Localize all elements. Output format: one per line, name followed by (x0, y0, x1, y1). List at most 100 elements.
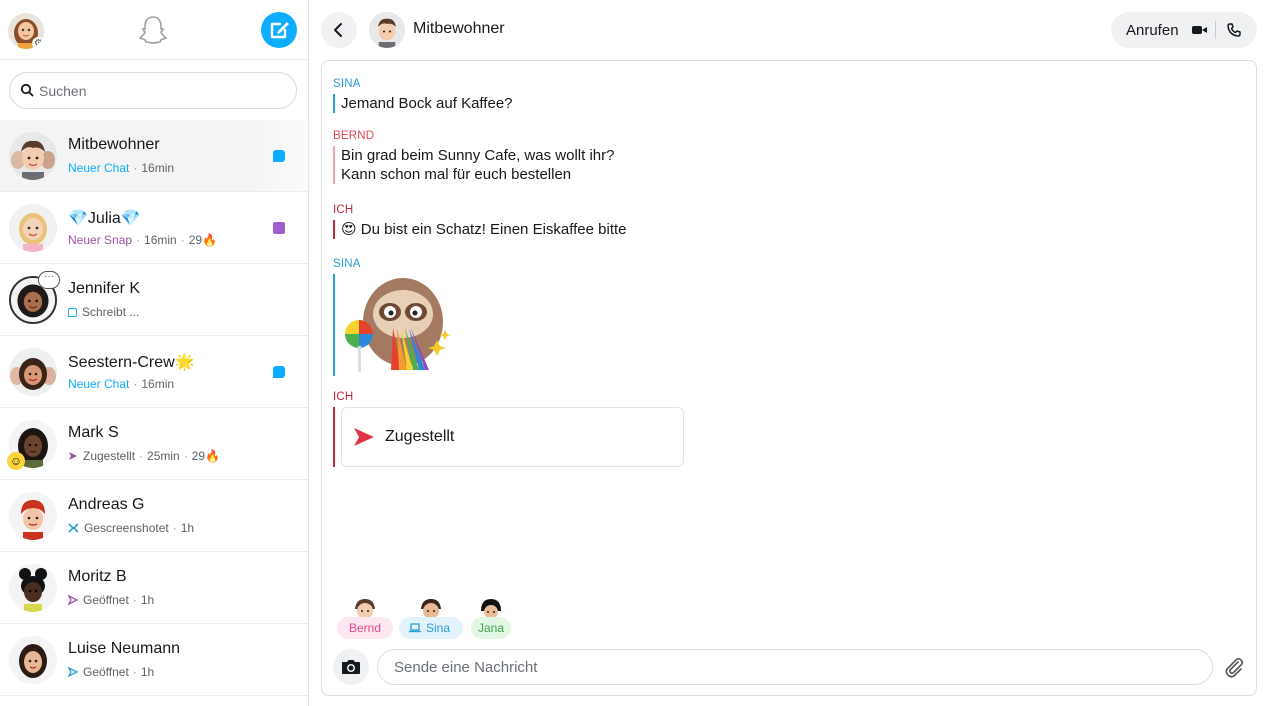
my-profile-avatar[interactable]: ⚙ (8, 13, 44, 49)
video-camera-icon[interactable] (1190, 22, 1210, 38)
chat-sidebar: ⚙ Suchen Mitbewohner Neuer Chat · 16min … (0, 0, 309, 706)
sender-label: ICH (333, 204, 354, 216)
status-text: Zugestellt (83, 449, 136, 463)
chat-status: Neuer Chat · 16min (68, 377, 175, 391)
typing-bubble-icon: ··· (38, 271, 60, 289)
avatar (9, 564, 57, 612)
new-chat-icon (270, 22, 289, 39)
message-line: Kann schon mal für euch bestellen (341, 166, 572, 183)
chat-item-julia[interactable]: 💎Julia💎 Neuer Snap · 16min · 29🔥 (0, 192, 308, 264)
bitmoji-icon (352, 597, 378, 617)
avatar (9, 204, 57, 252)
camera-button[interactable] (333, 649, 369, 685)
unread-chat-indicator-icon (273, 366, 285, 378)
chat-item-moritz-b[interactable]: Moritz B Geöffnet · 1h (0, 552, 308, 624)
camera-icon (342, 660, 360, 674)
unread-chat-indicator-icon (273, 150, 285, 162)
back-button[interactable] (321, 12, 357, 48)
chat-name: Moritz B (68, 568, 127, 585)
bitmoji-icon (9, 636, 57, 684)
chat-item-andreas-g[interactable]: Andreas G Gescreenshotet · 1h (0, 480, 308, 552)
sender-label: ICH (333, 391, 354, 403)
status-text: Neuer Snap (68, 233, 133, 247)
call-button[interactable]: Anrufen (1126, 22, 1179, 39)
bitmoji-icon (369, 12, 405, 48)
chat-status: Neuer Chat · 16min (68, 161, 175, 175)
chat-item-jennifer-k[interactable]: ··· Jennifer K Schreibt ... (0, 264, 308, 336)
status-time: 1h (140, 593, 155, 607)
status-time: 25min (147, 449, 180, 463)
snapchat-ghost-icon[interactable] (137, 14, 169, 46)
opened-chat-arrow-icon (67, 666, 79, 678)
bitmoji-icon (9, 348, 57, 396)
snap-card[interactable]: Zugestellt (341, 407, 684, 467)
search-icon (20, 83, 34, 97)
status-text: Gescreenshotet (84, 521, 169, 535)
new-chat-button[interactable] (261, 12, 297, 48)
status-time: 16min (141, 377, 175, 391)
chat-name: Mitbewohner (68, 136, 160, 153)
bitmoji-icon (9, 132, 57, 180)
message-text[interactable]: 😍 Du bist ein Schatz! Einen Eiskaffee bi… (333, 220, 627, 239)
sloth-rainbow-sticker-icon (341, 274, 461, 374)
search-input[interactable] (39, 81, 289, 101)
message-group: ICH Zugestellt (333, 391, 684, 467)
sender-label: SINA (333, 258, 361, 270)
status-text: Schreibt ... (82, 305, 140, 319)
chat-item-luise-neumann[interactable]: Luise Neumann Geöffnet · 1h (0, 624, 308, 696)
chat-name: Seestern-Crew🌟 (68, 354, 195, 371)
message-text[interactable]: Jemand Bock auf Kaffee? (333, 94, 513, 113)
conversation-title[interactable]: Mitbewohner (413, 20, 505, 38)
phone-icon[interactable] (1225, 21, 1243, 39)
status-text: Geöffnet (83, 665, 129, 679)
laptop-icon (409, 623, 421, 633)
presence-chip: Bernd (337, 617, 393, 639)
message-composer (333, 649, 1247, 685)
divider (1215, 21, 1216, 39)
chat-status: Zugestellt · 25min · 29🔥 (68, 449, 220, 463)
status-text: Neuer Chat (68, 377, 130, 391)
chat-item-mitbewohner[interactable]: Mitbewohner Neuer Chat · 16min (0, 120, 308, 192)
status-text: Neuer Chat (68, 161, 130, 175)
bitmoji-icon (478, 597, 504, 617)
message-group: ICH 😍 Du bist ein Schatz! Einen Eiskaffe… (333, 204, 627, 239)
message-group: SINA Jemand Bock auf Kaffee? (333, 78, 513, 113)
message-line: 😍 Du bist ein Schatz! Einen Eiskaffee bi… (341, 221, 627, 238)
message-line: Bin grad beim Sunny Cafe, was wollt ihr? (341, 147, 615, 164)
unread-snap-indicator-icon (273, 222, 285, 234)
chat-name: Mark S (68, 424, 119, 441)
chat-item-mark-s[interactable]: ☺ Mark S Zugestellt · 25min · 29🔥 (0, 408, 308, 480)
snap-status: Zugestellt (385, 428, 455, 445)
status-time: 1h (140, 665, 155, 679)
sent-snap-arrow-icon (354, 428, 374, 446)
opened-snap-arrow-icon (67, 594, 79, 606)
avatar (9, 492, 57, 540)
status-text: Geöffnet (83, 593, 129, 607)
bitmoji-icon (418, 597, 444, 617)
bitmoji-icon (9, 204, 57, 252)
streak-count: 29🔥 (188, 233, 218, 247)
chat-status: Schreibt ... (68, 305, 139, 319)
chat-status: Geöffnet · 1h (67, 665, 155, 679)
group-avatar (9, 132, 57, 180)
sidebar-header: ⚙ (0, 0, 308, 60)
message-input[interactable] (377, 649, 1213, 685)
conversation-avatar[interactable] (369, 12, 405, 48)
settings-gear-icon[interactable]: ⚙ (32, 37, 44, 49)
presence-sina: Sina (399, 597, 463, 641)
smiley-badge-icon: ☺ (7, 452, 25, 470)
chat-item-seestern-crew[interactable]: Seestern-Crew🌟 Neuer Chat · 16min (0, 336, 308, 408)
presence-chip: Jana (471, 617, 511, 639)
chat-name: Jennifer K (68, 280, 141, 297)
bitmoji-icon (9, 564, 57, 612)
status-time: 1h (180, 521, 195, 535)
chat-list: Mitbewohner Neuer Chat · 16min 💎Julia💎 N… (0, 120, 308, 696)
sticker-message[interactable] (333, 274, 461, 376)
paperclip-icon[interactable] (1223, 656, 1245, 678)
message-text[interactable]: Bin grad beim Sunny Cafe, was wollt ihr?… (333, 146, 614, 184)
presence-jana: Jana (471, 597, 511, 641)
chat-name: 💎Julia💎 (68, 210, 141, 227)
chat-status: Geöffnet · 1h (67, 593, 155, 607)
chat-name: Luise Neumann (68, 640, 181, 657)
message-group: SINA (333, 258, 461, 376)
